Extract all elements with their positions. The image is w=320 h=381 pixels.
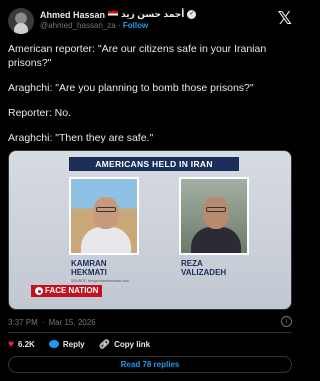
timestamp-separator: · xyxy=(41,318,45,327)
glasses-shape xyxy=(206,207,226,212)
photo-kamran-hekmati xyxy=(69,177,139,255)
post-media-image[interactable]: AMERICANS HELD IN IRAN KAMRAN HEKMATI RE… xyxy=(8,150,292,310)
info-icon[interactable]: i xyxy=(281,316,292,327)
like-button[interactable]: ♥ 6.2K xyxy=(8,339,35,350)
glasses-shape xyxy=(96,207,116,212)
post-header: Ahmed Hassan أحمد حسن زيد ✓ @ahmed_hassa… xyxy=(8,6,292,36)
caption-right: REZA VALIZADEH xyxy=(181,259,226,277)
logo-nation: NATION xyxy=(68,286,99,295)
follow-button[interactable]: Follow xyxy=(123,21,148,30)
torso-shape xyxy=(191,227,241,253)
post-paragraph-2: Araghchi: "Are you planning to bomb thos… xyxy=(8,82,254,94)
post-paragraph-3: Reporter: No. xyxy=(8,107,72,119)
verified-badge-icon: ✓ xyxy=(187,10,197,19)
author-name-row[interactable]: Ahmed Hassan أحمد حسن زيد ✓ xyxy=(40,9,197,20)
copy-link-label: Copy link xyxy=(114,339,151,349)
post-timestamp[interactable]: 3:37 PM · Mar 15, 2026 xyxy=(8,318,96,327)
post-paragraph-1: American reporter: "Are our citizens saf… xyxy=(8,43,267,69)
caption-right-line2: VALIZADEH xyxy=(181,268,227,277)
author-handle[interactable]: @ahmed_hassan_za xyxy=(40,21,116,30)
torso-shape xyxy=(81,227,131,253)
handle-separator: · xyxy=(117,21,121,30)
head-shape xyxy=(93,197,119,229)
reply-bubble-icon xyxy=(48,340,59,348)
author-display-name[interactable]: Ahmed Hassan xyxy=(40,10,105,20)
reply-button[interactable]: Reply xyxy=(48,339,85,349)
avatar[interactable] xyxy=(8,8,34,34)
link-icon: 🔗︎ xyxy=(98,338,111,349)
author-handle-row: @ahmed_hassan_za · Follow xyxy=(40,21,148,30)
egypt-flag-icon xyxy=(108,11,119,18)
caption-left-line2: HEKMATI xyxy=(71,268,107,277)
caption-left-line1: KAMRAN xyxy=(71,259,107,268)
media-source: SOURCE: bringourfamilieshome.com xyxy=(71,279,129,283)
face-the-nation-logo: FACE NATION xyxy=(31,285,103,297)
divider xyxy=(8,332,292,333)
author-arabic-name[interactable]: أحمد حسن زيد xyxy=(121,9,184,20)
caption-left: KAMRAN HEKMATI xyxy=(71,259,107,277)
head-shape xyxy=(203,197,229,229)
copy-link-button[interactable]: 🔗︎ Copy link xyxy=(99,339,150,350)
action-bar: ♥ 6.2K Reply 🔗︎ Copy link xyxy=(8,337,150,351)
heart-icon: ♥ xyxy=(8,338,14,350)
like-count: 6.2K xyxy=(17,339,35,349)
caption-right-line1: REZA xyxy=(181,259,203,268)
logo-face: FACE xyxy=(45,286,67,295)
x-logo-icon[interactable]: 𝕏 xyxy=(277,8,292,28)
post-text: American reporter: "Are our citizens saf… xyxy=(8,42,292,156)
post-time[interactable]: 3:37 PM xyxy=(8,318,38,327)
post-paragraph-4: Araghchi: "Then they are safe." xyxy=(8,132,154,144)
read-replies-button[interactable]: Read 78 replies xyxy=(8,356,292,373)
post-date[interactable]: Mar 15, 2026 xyxy=(48,318,95,327)
reply-label: Reply xyxy=(62,339,85,349)
media-banner: AMERICANS HELD IN IRAN xyxy=(69,157,239,171)
photo-reza-valizadeh xyxy=(179,177,249,255)
cbs-eye-icon xyxy=(35,287,43,295)
